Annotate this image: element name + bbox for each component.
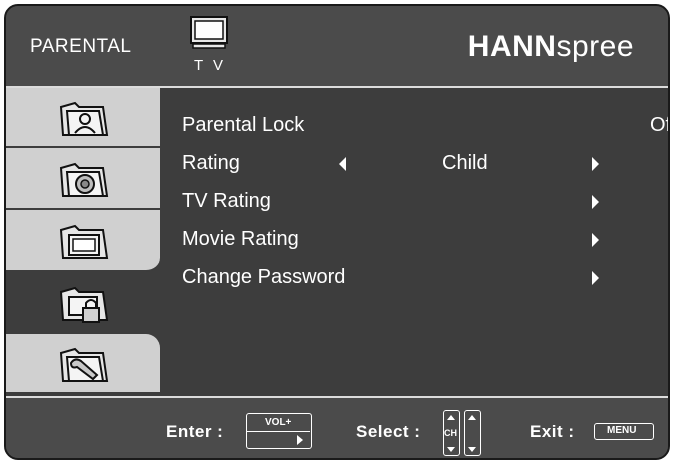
vol-plus-key: VOL+ [246,413,312,449]
picture-icon [59,101,109,136]
change-password-label: Change Password [182,266,346,288]
menu-sidebar [6,88,160,394]
parental-lock-value: Off [650,114,668,136]
enter-label: Enter : [166,422,224,441]
source-label: T V [194,57,227,74]
tab-setup[interactable] [6,334,160,394]
key-guide-footer: Enter : VOL+ Select : CH Exit : MENU [6,396,668,458]
parental-lock-label: Parental Lock [182,114,305,136]
change-password-arrow-icon[interactable] [592,271,599,285]
sound-icon [59,162,109,197]
osd-header: PARENTAL T V HANNspree [6,6,668,88]
movie-rating-arrow-icon[interactable] [592,233,599,247]
enter-right-arrow-icon [297,435,303,445]
tab-parental[interactable] [6,272,160,334]
menu-row-rating[interactable]: Rating Child [182,150,668,180]
rating-next-arrow-icon[interactable] [592,157,599,171]
menu-row-parental-lock[interactable]: Parental Lock Off [182,112,668,142]
tv-rating-arrow-icon[interactable] [592,195,599,209]
ch-up-arrow-icon [447,415,455,420]
parental-lock-icon [59,286,109,323]
rating-prev-arrow-icon[interactable] [339,157,346,171]
ch-down-arrow-icon [447,447,455,452]
tab-picture[interactable] [6,88,160,148]
setup-wrench-icon [59,347,109,382]
menu-row-tv-rating[interactable]: TV Rating [182,188,668,218]
rating-value: Child [442,152,488,174]
ch-side-key [464,410,481,456]
ch-up-down-key: CH [443,410,460,456]
menu-row-change-password[interactable]: Change Password [182,264,668,294]
select-label: Select : [356,422,421,441]
menu-row-movie-rating[interactable]: Movie Rating [182,226,668,256]
rating-label: Rating [182,152,240,174]
brand-logo: HANNspree [467,30,634,63]
down-arrow-icon [468,447,476,452]
osd-window: PARENTAL T V HANNspree Parental Lock O R… [4,4,670,460]
tv-rating-label: TV Rating [182,190,271,212]
menu-key: MENU [594,423,654,440]
screen-icon [59,224,109,259]
tab-sound[interactable] [6,148,160,210]
up-arrow-icon [468,415,476,420]
parental-menu: Parental Lock Off Rating Child TV Rating… [162,88,668,394]
movie-rating-label: Movie Rating [182,228,299,250]
tv-icon [190,16,228,49]
exit-label: Exit : [530,422,575,441]
tab-screen[interactable] [6,210,160,272]
section-title: PARENTAL [30,36,132,57]
